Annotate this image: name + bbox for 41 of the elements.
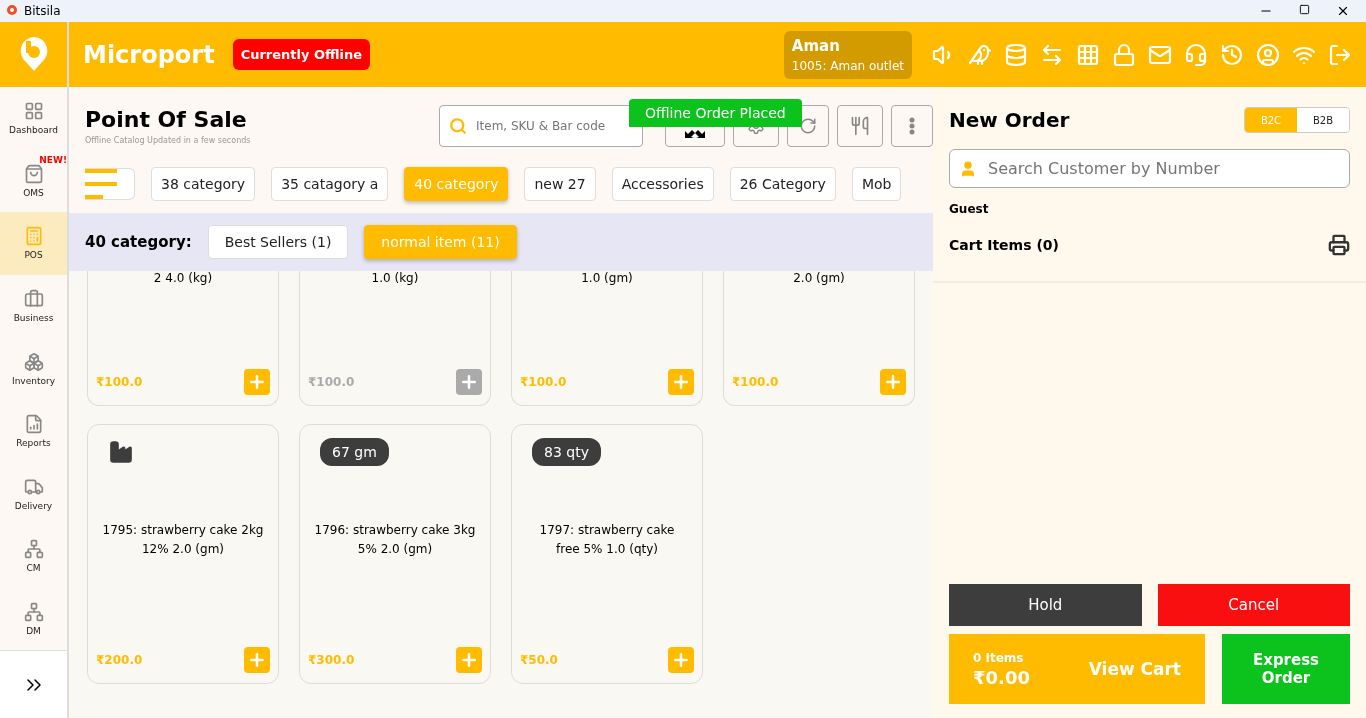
product-name: 1795: strawberry cake 2kg 12% 2.0 (gm) (101, 522, 265, 558)
stock-badge: 67 gm (320, 438, 389, 466)
product-price: ₹100.0 (520, 375, 567, 389)
cart-title: Cart Items (0) (949, 237, 1059, 253)
sidebar-label: Dashboard (9, 124, 58, 135)
offline-status: Currently Offline (232, 39, 371, 70)
sidebar-label: DM (26, 626, 41, 637)
user-name: Aman (791, 36, 841, 55)
brand-name: Microport (83, 40, 215, 69)
page-title: Point Of Sale (85, 107, 248, 132)
product-name: 1.0 (gm) (580, 271, 634, 287)
category-label: 40 category: (85, 233, 192, 251)
product-price: ₹100.0 (308, 375, 355, 389)
sidebar-label: CM (26, 563, 41, 574)
product-price: ₹200.0 (96, 653, 143, 667)
product-name: 2.0 (gm) (792, 271, 846, 287)
product-name: 1796: strawberry cake 3kg 5% 2.0 (gm) (313, 522, 477, 558)
sidebar-label: POS (24, 250, 43, 261)
product-name: 1797: strawberry cake free 5% 1.0 (qty) (538, 522, 676, 558)
view-cart-label: View Cart (1088, 659, 1181, 679)
cart-count: 0 Items (973, 650, 1024, 665)
product-name: 1.0 (kg) (370, 271, 420, 287)
sidebar-label: OMS (23, 187, 44, 198)
order-placed-toast: Offline Order Placed (629, 99, 802, 127)
product-price: ₹50.0 (520, 653, 558, 667)
outlet-name: 1005: Aman outlet (791, 58, 904, 73)
product-price: ₹100.0 (732, 375, 779, 389)
product-price: ₹300.0 (308, 653, 355, 667)
sidebar-label: Reports (16, 438, 51, 449)
catalog-status: Offline Catalog Updated in a few seconds (85, 136, 251, 145)
customer-name: Guest (949, 202, 990, 216)
window-title: Bitsila (24, 4, 62, 18)
sidebar-label: Delivery (14, 500, 53, 511)
sidebar-label: Inventory (12, 375, 55, 386)
order-title: New Order (949, 108, 1070, 132)
new-tag: NEW! (39, 155, 67, 166)
product-price: ₹100.0 (96, 375, 143, 389)
cart-total: ₹0.00 (973, 666, 1030, 688)
stock-badge: 83 qty (532, 438, 601, 466)
sidebar-label: Business (13, 312, 54, 323)
product-name: 2 4.0 (kg) (152, 271, 214, 287)
